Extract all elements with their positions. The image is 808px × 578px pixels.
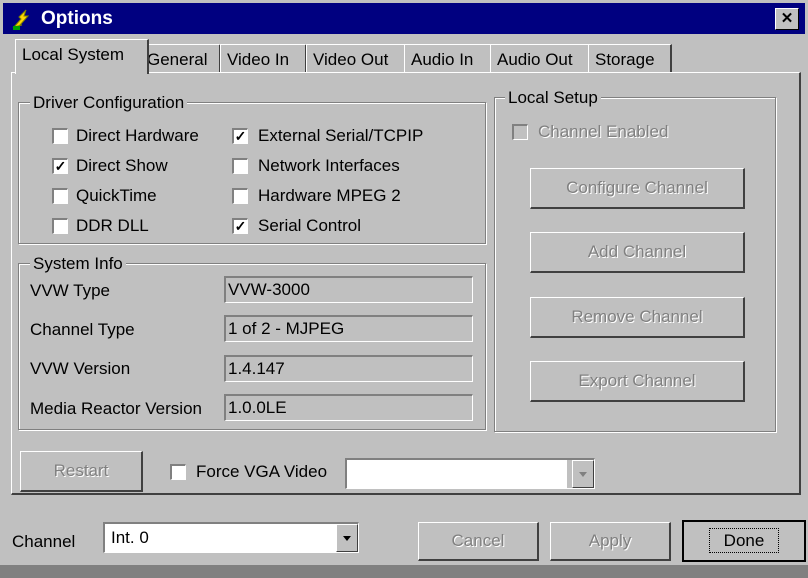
checkbox-checked[interactable]: ✓ bbox=[52, 158, 68, 174]
vvw-version-label: VVW Version bbox=[30, 359, 131, 378]
chevron-down-icon bbox=[343, 536, 351, 541]
title-bar: Options ✕ bbox=[3, 3, 805, 34]
chevron-down-icon bbox=[579, 472, 587, 477]
channel-label: Channel bbox=[12, 532, 76, 551]
system-info-legend: System Info bbox=[30, 254, 126, 274]
checkbox[interactable] bbox=[170, 464, 186, 480]
tab-local-system[interactable]: Local System bbox=[15, 39, 149, 74]
vvw-type-label: VVW Type bbox=[30, 281, 110, 300]
force-vga-select[interactable] bbox=[345, 458, 595, 489]
checkbox[interactable] bbox=[232, 158, 248, 174]
status-bar bbox=[0, 565, 808, 578]
local-setup-legend: Local Setup bbox=[505, 88, 601, 108]
cancel-button[interactable]: Cancel bbox=[418, 522, 539, 561]
tab-audio-out[interactable]: Audio Out bbox=[490, 44, 591, 73]
checkmark-icon: ✓ bbox=[54, 158, 67, 174]
checkbox-disabled[interactable] bbox=[512, 124, 528, 140]
checkbox-checked[interactable]: ✓ bbox=[232, 218, 248, 234]
vvw-type-field: VVW-3000 bbox=[224, 276, 473, 303]
tab-video-in[interactable]: Video In bbox=[220, 44, 307, 73]
close-icon: ✕ bbox=[780, 10, 794, 27]
done-button[interactable]: Done bbox=[682, 520, 806, 562]
checkbox[interactable] bbox=[52, 128, 68, 144]
media-reactor-version-field: 1.0.0LE bbox=[224, 394, 473, 421]
tab-storage[interactable]: Storage bbox=[588, 44, 672, 73]
checkmark-icon: ✓ bbox=[234, 128, 247, 144]
vvw-version-field: 1.4.147 bbox=[224, 355, 473, 382]
driver-config-legend: Driver Configuration bbox=[30, 93, 188, 113]
export-channel-button[interactable]: Export Channel bbox=[530, 361, 745, 402]
tab-general[interactable]: General bbox=[140, 44, 221, 73]
checkbox[interactable] bbox=[232, 188, 248, 204]
app-icon bbox=[12, 9, 30, 30]
checkbox[interactable] bbox=[52, 218, 68, 234]
dropdown-button[interactable] bbox=[336, 524, 358, 552]
tab-audio-in[interactable]: Audio In bbox=[404, 44, 493, 73]
close-button[interactable]: ✕ bbox=[775, 8, 799, 30]
tab-video-out[interactable]: Video Out bbox=[306, 44, 407, 73]
window-title: Options bbox=[41, 8, 113, 29]
media-reactor-version-label: Media Reactor Version bbox=[30, 399, 202, 418]
dropdown-button[interactable] bbox=[572, 460, 594, 488]
apply-button[interactable]: Apply bbox=[550, 522, 671, 561]
channel-type-field: 1 of 2 - MJPEG bbox=[224, 315, 473, 342]
channel-select[interactable]: Int. 0 bbox=[103, 522, 359, 553]
checkbox[interactable] bbox=[52, 188, 68, 204]
checkmark-icon: ✓ bbox=[234, 218, 247, 234]
configure-channel-button[interactable]: Configure Channel bbox=[530, 168, 745, 209]
channel-type-label: Channel Type bbox=[30, 320, 135, 339]
remove-channel-button[interactable]: Remove Channel bbox=[530, 297, 745, 338]
restart-button[interactable]: Restart bbox=[20, 451, 143, 492]
checkbox-checked[interactable]: ✓ bbox=[232, 128, 248, 144]
add-channel-button[interactable]: Add Channel bbox=[530, 232, 745, 273]
